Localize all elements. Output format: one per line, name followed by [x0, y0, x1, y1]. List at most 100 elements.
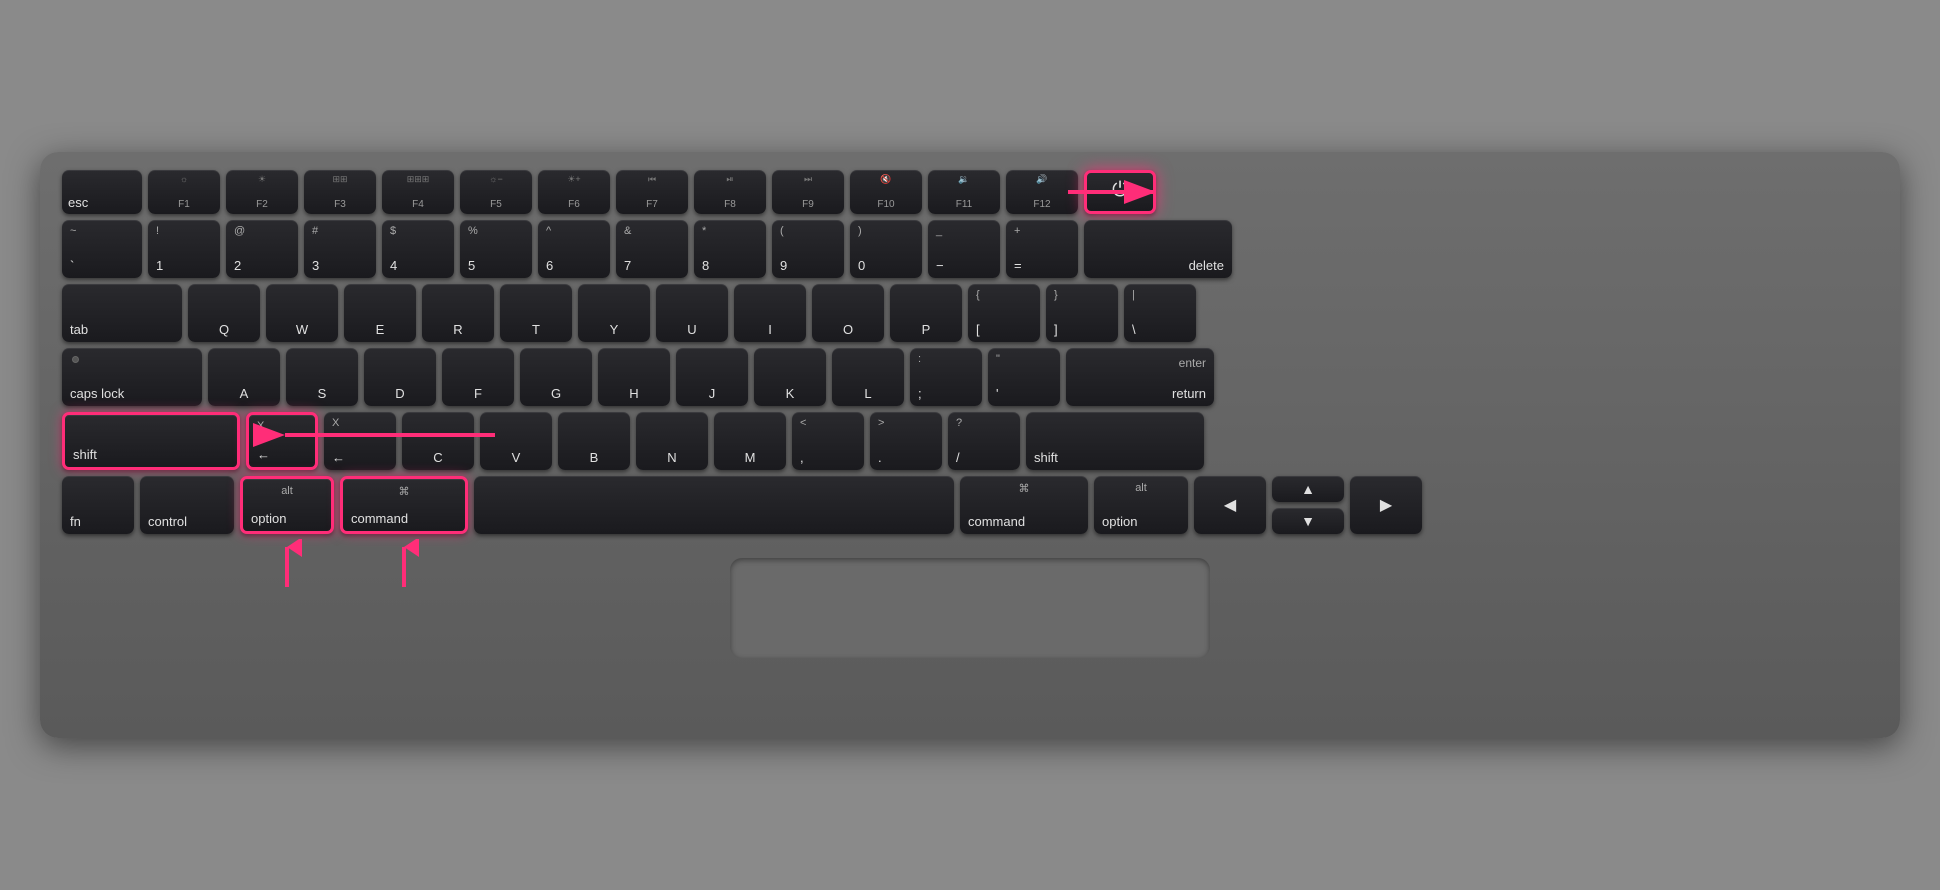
key-u[interactable]: U: [656, 284, 728, 342]
key-f9[interactable]: ⏭ F9: [772, 170, 844, 214]
key-f5[interactable]: ☼− F5: [460, 170, 532, 214]
key-p[interactable]: P: [890, 284, 962, 342]
key-arrow-up[interactable]: ▲: [1272, 476, 1344, 502]
l-label: L: [840, 386, 896, 401]
key-f7[interactable]: ⏮ F7: [616, 170, 688, 214]
key-control[interactable]: control: [140, 476, 234, 534]
key-shift-right[interactable]: shift: [1026, 412, 1204, 470]
key-esc[interactable]: esc: [62, 170, 142, 214]
key-semicolon[interactable]: : ;: [910, 348, 982, 406]
key-f[interactable]: F: [442, 348, 514, 406]
key-f12[interactable]: 🔊 F12: [1006, 170, 1078, 214]
key-c[interactable]: C: [402, 412, 474, 470]
key-g[interactable]: G: [520, 348, 592, 406]
a-label: A: [216, 386, 272, 401]
key-period[interactable]: > .: [870, 412, 942, 470]
key-l[interactable]: L: [832, 348, 904, 406]
key-arrow-down[interactable]: ▼: [1272, 508, 1344, 534]
key-f1[interactable]: ☼ F1: [148, 170, 220, 214]
key-x-extra[interactable]: X ←: [324, 412, 396, 470]
lbracket-top: {: [976, 289, 980, 301]
key-option-left[interactable]: alt option: [240, 476, 334, 534]
key-command-left[interactable]: ⌘ command: [340, 476, 468, 534]
key-v[interactable]: V: [480, 412, 552, 470]
key-arrow-left[interactable]: ◀: [1194, 476, 1266, 534]
key-backslash2[interactable]: X ←: [246, 412, 318, 470]
key-k[interactable]: K: [754, 348, 826, 406]
key-9[interactable]: ( 9: [772, 220, 844, 278]
key-h[interactable]: H: [598, 348, 670, 406]
key-command-right[interactable]: ⌘ command: [960, 476, 1088, 534]
return-label: return: [1172, 386, 1206, 401]
key-0[interactable]: ) 0: [850, 220, 922, 278]
key-i[interactable]: I: [734, 284, 806, 342]
comma-bottom: ,: [800, 450, 856, 465]
key-o[interactable]: O: [812, 284, 884, 342]
f10-label: F10: [856, 199, 916, 210]
key-q[interactable]: Q: [188, 284, 260, 342]
key-n[interactable]: N: [636, 412, 708, 470]
key-power[interactable]: ⏻: [1084, 170, 1156, 214]
f5-label: F5: [466, 199, 526, 210]
zero-bottom: 0: [858, 258, 914, 273]
key-y[interactable]: Y: [578, 284, 650, 342]
two-top: @: [234, 225, 245, 237]
key-2[interactable]: @ 2: [226, 220, 298, 278]
key-8[interactable]: * 8: [694, 220, 766, 278]
key-enter[interactable]: enter return: [1066, 348, 1214, 406]
key-6[interactable]: ^ 6: [538, 220, 610, 278]
key-r[interactable]: R: [422, 284, 494, 342]
key-s[interactable]: S: [286, 348, 358, 406]
key-f6[interactable]: ☀+ F6: [538, 170, 610, 214]
key-f2[interactable]: ☀ F2: [226, 170, 298, 214]
f8-icon: ⏯: [694, 174, 766, 185]
trackpad[interactable]: [730, 558, 1210, 658]
key-space[interactable]: [474, 476, 954, 534]
caps-lock-led: [72, 356, 79, 363]
key-d[interactable]: D: [364, 348, 436, 406]
key-arrow-right[interactable]: ▶: [1350, 476, 1422, 534]
key-j[interactable]: J: [676, 348, 748, 406]
key-fn[interactable]: fn: [62, 476, 134, 534]
key-lbracket[interactable]: { [: [968, 284, 1040, 342]
b-label: B: [566, 450, 622, 465]
key-f11[interactable]: 🔉 F11: [928, 170, 1000, 214]
quote-bottom: ': [996, 386, 1052, 401]
key-f10[interactable]: 🔇 F10: [850, 170, 922, 214]
key-4[interactable]: $ 4: [382, 220, 454, 278]
key-minus[interactable]: _ −: [928, 220, 1000, 278]
key-equals[interactable]: + =: [1006, 220, 1078, 278]
f-label: F: [450, 386, 506, 401]
key-slash[interactable]: ? /: [948, 412, 1020, 470]
key-7[interactable]: & 7: [616, 220, 688, 278]
tab-row: tab Q W E R T Y U I O P { [ } ] | \: [62, 284, 1878, 342]
key-caps-lock[interactable]: caps lock: [62, 348, 202, 406]
key-delete[interactable]: delete: [1084, 220, 1232, 278]
rbracket-top: }: [1054, 289, 1058, 301]
key-5[interactable]: % 5: [460, 220, 532, 278]
f4-icon: ⊞⊞⊞: [382, 174, 454, 185]
key-1[interactable]: ! 1: [148, 220, 220, 278]
esc-label: esc: [68, 195, 88, 210]
k-label: K: [762, 386, 818, 401]
key-m[interactable]: M: [714, 412, 786, 470]
key-rbracket[interactable]: } ]: [1046, 284, 1118, 342]
key-comma[interactable]: < ,: [792, 412, 864, 470]
key-a[interactable]: A: [208, 348, 280, 406]
key-backslash[interactable]: | \: [1124, 284, 1196, 342]
key-option-right[interactable]: alt option: [1094, 476, 1188, 534]
key-e[interactable]: E: [344, 284, 416, 342]
key-quote[interactable]: " ': [988, 348, 1060, 406]
key-tilde[interactable]: ~ `: [62, 220, 142, 278]
key-3[interactable]: # 3: [304, 220, 376, 278]
arrow-right-icon: ▶: [1380, 495, 1392, 515]
key-tab[interactable]: tab: [62, 284, 182, 342]
key-t[interactable]: T: [500, 284, 572, 342]
key-shift-left[interactable]: shift: [62, 412, 240, 470]
two-bottom: 2: [234, 258, 290, 273]
key-b[interactable]: B: [558, 412, 630, 470]
key-w[interactable]: W: [266, 284, 338, 342]
key-f4[interactable]: ⊞⊞⊞ F4: [382, 170, 454, 214]
key-f8[interactable]: ⏯ F8: [694, 170, 766, 214]
key-f3[interactable]: ⊞⊞ F3: [304, 170, 376, 214]
